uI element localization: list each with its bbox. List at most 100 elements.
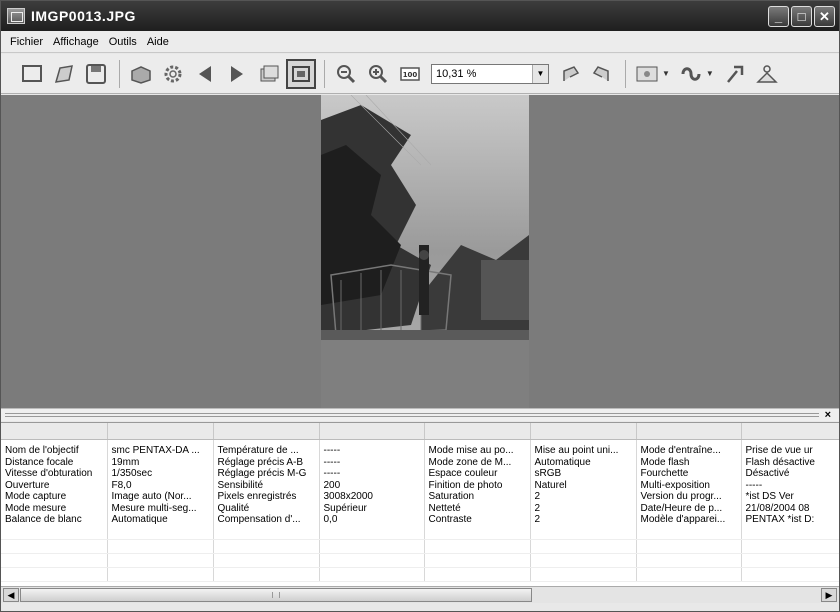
toolbar-separator <box>625 59 626 88</box>
column-header[interactable] <box>424 423 531 440</box>
column-header[interactable] <box>1 423 108 440</box>
window-title: IMGP0013.JPG <box>31 8 136 24</box>
chevron-down-icon[interactable]: ▼ <box>532 64 548 83</box>
column-header[interactable] <box>741 423 839 440</box>
column-header[interactable] <box>213 423 320 440</box>
tools-icon[interactable] <box>720 59 750 89</box>
exif-info-grid: Nom de l'objectif smc PENTAX-DA ... Temp… <box>1 422 839 586</box>
actual-size-icon[interactable]: 100 <box>395 59 425 89</box>
settings-icon[interactable] <box>158 59 188 89</box>
property-value: Mesure multi-seg... <box>107 502 214 514</box>
image-viewer[interactable] <box>1 95 839 408</box>
app-window: IMGP0013.JPG _ □ ✕ Fichier Affichage Out… <box>0 0 840 612</box>
menu-aide[interactable]: Aide <box>142 36 174 48</box>
property-value: Mise au point uni... <box>530 445 637 457</box>
column-header[interactable] <box>636 423 742 440</box>
zoom-in-icon[interactable] <box>363 59 393 89</box>
table-row: Distance focale 19mm Réglage précis A-B … <box>1 456 839 468</box>
toolbar-separator <box>119 59 120 88</box>
property-name: Ouverture <box>1 479 108 491</box>
property-value: F8,0 <box>107 479 214 491</box>
table-row: Nom de l'objectif smc PENTAX-DA ... Temp… <box>1 445 839 457</box>
rotate-left-icon[interactable] <box>555 59 585 89</box>
menu-bar: Fichier Affichage Outils Aide <box>1 31 839 53</box>
property-value: Supérieur <box>319 502 425 514</box>
property-value: ----- <box>319 445 425 457</box>
property-value: smc PENTAX-DA ... <box>107 445 214 457</box>
print-icon[interactable] <box>126 59 156 89</box>
property-name: Pixels enregistrés <box>213 491 320 503</box>
panel-splitter[interactable]: × <box>1 408 839 421</box>
photo-preview <box>321 95 529 408</box>
column-header[interactable] <box>107 423 214 440</box>
property-value: 19mm <box>107 456 214 468</box>
zoom-value: 10,31 % <box>436 67 477 80</box>
property-name: Réglage précis M-G <box>213 468 320 480</box>
column-header[interactable] <box>530 423 637 440</box>
table-row: Ouverture F8,0 Sensibilité 200 Finition … <box>1 479 839 491</box>
zoom-select[interactable]: 10,31 % ▼ <box>431 63 549 84</box>
scroll-left-icon[interactable]: ◀ <box>3 588 19 602</box>
property-value: 2 <box>530 514 637 526</box>
property-name: Température de ... <box>213 445 320 457</box>
property-name: Mode d'entraîne... <box>636 445 742 457</box>
transform-icon[interactable] <box>676 59 706 89</box>
menu-affichage[interactable]: Affichage <box>48 36 104 48</box>
property-value: 1/350sec <box>107 468 214 480</box>
property-name: Netteté <box>424 502 531 514</box>
horizontal-scrollbar[interactable]: ◀ ▶ <box>1 586 839 603</box>
property-name: Mode zone de M... <box>424 456 531 468</box>
property-value: Image auto (Nor... <box>107 491 214 503</box>
property-value: PENTAX *ist D: <box>741 514 839 526</box>
table-row: Vitesse d'obturation 1/350sec Réglage pr… <box>1 468 839 480</box>
property-value: 200 <box>319 479 425 491</box>
property-name: Finition de photo <box>424 479 531 491</box>
previous-icon[interactable] <box>190 59 220 89</box>
title-bar[interactable]: IMGP0013.JPG _ □ ✕ <box>1 1 839 31</box>
svg-text:100: 100 <box>403 71 418 79</box>
app-icon <box>7 8 25 24</box>
new-window-icon[interactable] <box>17 59 47 89</box>
minimize-button[interactable]: _ <box>768 6 789 27</box>
scrollbar-thumb[interactable] <box>20 588 532 602</box>
maximize-button[interactable]: □ <box>791 6 812 27</box>
save-icon[interactable] <box>81 59 111 89</box>
property-name: Vitesse d'obturation <box>1 468 108 480</box>
help-icon[interactable] <box>752 59 782 89</box>
property-value: 2 <box>530 491 637 503</box>
property-value: Automatique <box>107 514 214 526</box>
menu-fichier[interactable]: Fichier <box>5 36 48 48</box>
property-name: Espace couleur <box>424 468 531 480</box>
property-name: Sensibilité <box>213 479 320 491</box>
property-value: Naturel <box>530 479 637 491</box>
display-mode-icon[interactable] <box>632 59 662 89</box>
property-name: Qualité <box>213 502 320 514</box>
grid-header <box>1 423 839 440</box>
menu-outils[interactable]: Outils <box>104 36 142 48</box>
property-value: Prise de vue ur <box>741 445 839 457</box>
property-value: ----- <box>319 468 425 480</box>
column-header[interactable] <box>319 423 425 440</box>
scroll-right-icon[interactable]: ▶ <box>821 588 837 602</box>
property-name: Date/Heure de p... <box>636 502 742 514</box>
fit-window-icon[interactable] <box>286 58 316 89</box>
property-name: Distance focale <box>1 456 108 468</box>
rotate-right-icon[interactable] <box>587 59 617 89</box>
property-name: Mode capture <box>1 491 108 503</box>
close-button[interactable]: ✕ <box>814 6 835 27</box>
property-name: Balance de blanc <box>1 514 108 526</box>
toolbar-separator <box>324 59 325 88</box>
zoom-out-icon[interactable] <box>331 59 361 89</box>
property-value: sRGB <box>530 468 637 480</box>
close-icon[interactable]: × <box>825 409 831 421</box>
property-value: ----- <box>741 479 839 491</box>
chevron-down-icon[interactable]: ▼ <box>706 69 714 78</box>
slideshow-icon[interactable] <box>254 59 284 89</box>
table-row: Mode capture Image auto (Nor... Pixels e… <box>1 491 839 503</box>
property-value: 0,0 <box>319 514 425 526</box>
property-value: 3008x2000 <box>319 491 425 503</box>
chevron-down-icon[interactable]: ▼ <box>662 69 670 78</box>
next-icon[interactable] <box>222 59 252 89</box>
open-icon[interactable] <box>49 59 79 89</box>
property-name: Mode mise au po... <box>424 445 531 457</box>
